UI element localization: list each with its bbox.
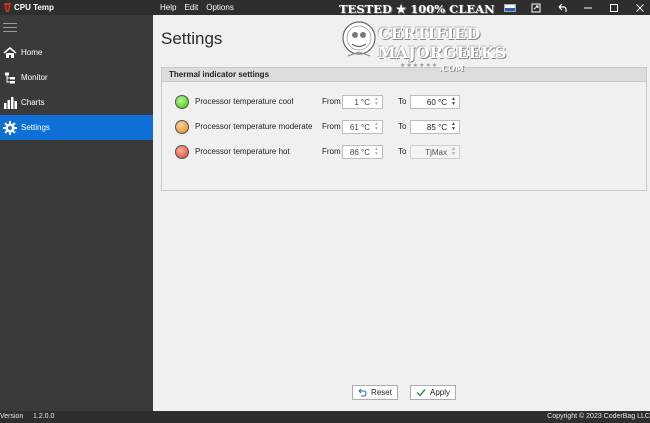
apply-button[interactable]: Apply [410, 385, 456, 400]
from-label: From [322, 97, 341, 106]
hot-to-spinbox: TjMax ▲ ▼ [410, 145, 460, 159]
undo-icon[interactable] [556, 2, 568, 14]
from-label: From [322, 147, 341, 156]
reset-button[interactable]: Reset [352, 385, 398, 400]
cool-to-spinbox[interactable]: 60 °C ▲ ▼ [410, 95, 460, 109]
version-label: Version [0, 413, 24, 420]
language-flag-icon[interactable] [504, 2, 516, 14]
version-number: 1.2.0.0 [33, 413, 55, 420]
cool-from-spinbox[interactable]: 1 °C ▲ ▼ [342, 95, 383, 109]
cool-indicator-icon [175, 95, 189, 109]
bar-chart-icon [0, 96, 21, 109]
spin-arrows-icon[interactable]: ▲ ▼ [450, 122, 457, 132]
spinbox-value: 86 °C [349, 147, 370, 157]
moderate-from-spinbox[interactable]: 61 °C ▲ ▼ [342, 120, 383, 134]
monitor-tree-icon [0, 72, 21, 84]
spin-arrows-icon[interactable]: ▲ ▼ [373, 147, 380, 157]
spinbox-value: 61 °C [349, 122, 370, 132]
to-label: To [398, 147, 407, 156]
close-icon[interactable] [634, 2, 646, 14]
main-panel: Settings Thermal indicator settings Proc… [153, 15, 650, 411]
hamburger-menu-icon[interactable] [3, 23, 17, 33]
from-label: From [322, 122, 341, 131]
threshold-row-moderate: Processor temperature moderate From 61 °… [162, 119, 648, 135]
hot-indicator-icon [175, 145, 189, 159]
spin-arrows-icon: ▲ ▼ [451, 146, 456, 157]
threshold-name: Processor temperature moderate [195, 122, 313, 131]
sidebar-item-settings[interactable]: Settings [0, 115, 153, 140]
spin-arrows-icon[interactable]: ▲ ▼ [373, 122, 380, 132]
moderate-to-spinbox[interactable]: 85 °C ▲ ▼ [410, 120, 460, 134]
menu-help[interactable]: Help [160, 3, 176, 12]
checkmark-icon [416, 389, 426, 397]
spinbox-value: 1 °C [354, 97, 370, 107]
spinbox-value: 60 °C [426, 97, 447, 107]
to-label: To [398, 97, 407, 106]
menu-bar: Help Edit Options [160, 3, 234, 12]
spin-arrows-icon[interactable]: ▲ ▼ [373, 97, 380, 107]
menu-edit[interactable]: Edit [184, 3, 198, 12]
copyright-text: Copyright © 2023 CoderBag LLC [547, 413, 650, 420]
reset-button-label: Reset [371, 388, 392, 397]
app-logo-icon [4, 3, 11, 12]
to-label: To [398, 122, 407, 131]
apply-button-label: Apply [429, 388, 450, 397]
home-icon [0, 46, 21, 59]
window-controls [504, 0, 646, 15]
status-bar: Version 1.2.0.0 Copyright © 2023 CoderBa… [0, 411, 650, 423]
gear-icon [0, 120, 21, 135]
hot-from-spinbox[interactable]: 86 °C ▲ ▼ [342, 145, 383, 159]
sidebar: Home Monitor Charts Settings [0, 15, 153, 411]
sidebar-item-label: Monitor [21, 73, 48, 82]
reset-icon [358, 388, 367, 397]
sidebar-item-label: Home [21, 48, 43, 57]
thermal-indicator-group: Thermal indicator settings Processor tem… [161, 67, 647, 191]
spin-arrows-icon[interactable]: ▲ ▼ [450, 97, 457, 107]
threshold-name: Processor temperature hot [195, 147, 290, 156]
export-icon[interactable] [530, 2, 542, 14]
threshold-row-cool: Processor temperature cool From 1 °C ▲ ▼ … [162, 94, 648, 110]
sidebar-item-label: Charts [21, 98, 45, 107]
group-title: Thermal indicator settings [162, 68, 646, 82]
spinbox-value: TjMax [425, 147, 447, 157]
threshold-row-hot: Processor temperature hot From 86 °C ▲ ▼ … [162, 144, 648, 160]
title-bar: CPU Temp Help Edit Options [0, 0, 650, 15]
maximize-icon[interactable] [608, 2, 620, 14]
sidebar-item-monitor[interactable]: Monitor [0, 65, 153, 90]
moderate-indicator-icon [175, 120, 189, 134]
app-title: CPU Temp [14, 3, 54, 12]
sidebar-item-charts[interactable]: Charts [0, 90, 153, 115]
sidebar-item-label: Settings [21, 123, 50, 132]
page-title: Settings [161, 29, 223, 48]
spinbox-value: 85 °C [426, 122, 447, 132]
threshold-name: Processor temperature cool [195, 97, 294, 106]
minimize-icon[interactable] [582, 2, 594, 14]
menu-options[interactable]: Options [206, 3, 234, 12]
sidebar-nav: Home Monitor Charts Settings [0, 40, 153, 140]
sidebar-item-home[interactable]: Home [0, 40, 153, 65]
